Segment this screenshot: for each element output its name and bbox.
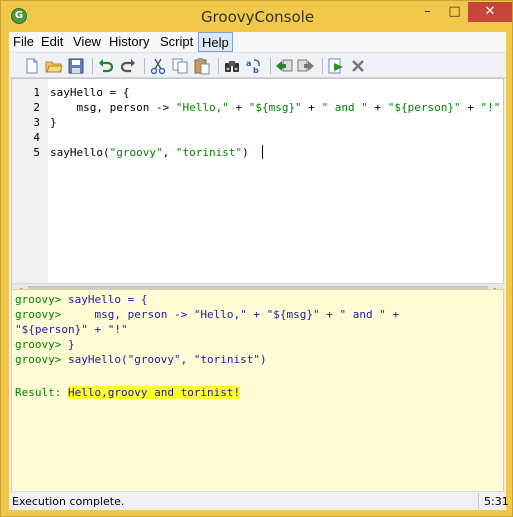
- output-line: groovy> }: [15, 338, 75, 351]
- svg-text:b: b: [253, 66, 259, 75]
- toolbar-separator: [144, 58, 145, 74]
- copy-icon[interactable]: [171, 57, 189, 75]
- menu-help[interactable]: Help: [198, 32, 233, 52]
- toolbar-separator: [322, 58, 323, 74]
- interrupt-icon[interactable]: [349, 57, 367, 75]
- result-value: Hello,groovy and torinist!: [67, 386, 241, 399]
- caret-position: 5:31: [478, 493, 509, 509]
- menu-history[interactable]: History: [109, 34, 149, 49]
- code-line: sayHello = {: [50, 86, 130, 99]
- menu-edit[interactable]: Edit: [41, 34, 63, 49]
- script-editor[interactable]: 1 2 3 4 5 sayHello = { msg, person -> "H…: [11, 78, 505, 298]
- replace-icon[interactable]: ab: [245, 57, 263, 75]
- paste-icon[interactable]: [193, 57, 211, 75]
- toolbar-separator: [218, 58, 219, 74]
- menu-bar: File Edit View History Script Help: [9, 32, 506, 52]
- output-line: groovy> sayHello = {: [15, 293, 148, 306]
- title-bar[interactable]: G GroovyConsole – □ ✕: [1, 1, 513, 33]
- code-line: msg, person -> "Hello," + "${msg}" + " a…: [50, 101, 501, 114]
- groovy-console-window: G GroovyConsole – □ ✕ File Edit View His…: [0, 0, 513, 517]
- svg-text:a: a: [246, 59, 251, 68]
- menu-view[interactable]: View: [73, 34, 101, 49]
- cut-icon[interactable]: [149, 57, 167, 75]
- open-folder-icon[interactable]: [45, 57, 63, 75]
- new-file-icon[interactable]: [23, 57, 41, 75]
- line-number: 1: [33, 86, 40, 99]
- line-number-gutter: 1 2 3 4 5: [12, 79, 48, 283]
- output-line: groovy> msg, person -> "Hello," + "${msg…: [15, 308, 400, 321]
- find-icon[interactable]: [223, 57, 241, 75]
- output-pane[interactable]: groovy> sayHello = { groovy> msg, person…: [11, 289, 504, 495]
- next-history-icon[interactable]: [297, 57, 315, 75]
- toolbar: ab: [9, 52, 506, 78]
- line-number: 2: [33, 101, 40, 114]
- save-icon[interactable]: [67, 57, 85, 75]
- undo-icon[interactable]: [97, 57, 115, 75]
- menu-file[interactable]: File: [13, 34, 34, 49]
- output-line: groovy> sayHello("groovy", "torinist"): [15, 353, 267, 366]
- client-area: File Edit View History Script Help a b 1…: [9, 32, 509, 510]
- output-line: "${person}" + "!": [15, 323, 128, 336]
- line-number: 4: [33, 131, 40, 144]
- code-line: }: [50, 116, 57, 129]
- result-label: Result:: [15, 386, 68, 399]
- previous-history-icon[interactable]: [275, 57, 293, 75]
- text-caret: [262, 145, 263, 159]
- minimize-button[interactable]: –: [414, 2, 441, 22]
- run-script-icon[interactable]: [327, 57, 345, 75]
- toolbar-separator: [270, 58, 271, 74]
- toolbar-separator: [92, 58, 93, 74]
- line-number: 5: [33, 146, 40, 159]
- close-button[interactable]: ✕: [468, 2, 512, 22]
- redo-icon[interactable]: [119, 57, 137, 75]
- line-number: 3: [33, 116, 40, 129]
- code-line: sayHello("groovy", "torinist"): [50, 146, 249, 159]
- status-bar: Execution complete. 5:31: [9, 491, 509, 510]
- result-line: Result: Hello,groovy and torinist!: [15, 386, 241, 399]
- menu-script[interactable]: Script: [160, 34, 193, 49]
- maximize-button[interactable]: □: [441, 2, 468, 22]
- status-message: Execution complete.: [12, 495, 125, 508]
